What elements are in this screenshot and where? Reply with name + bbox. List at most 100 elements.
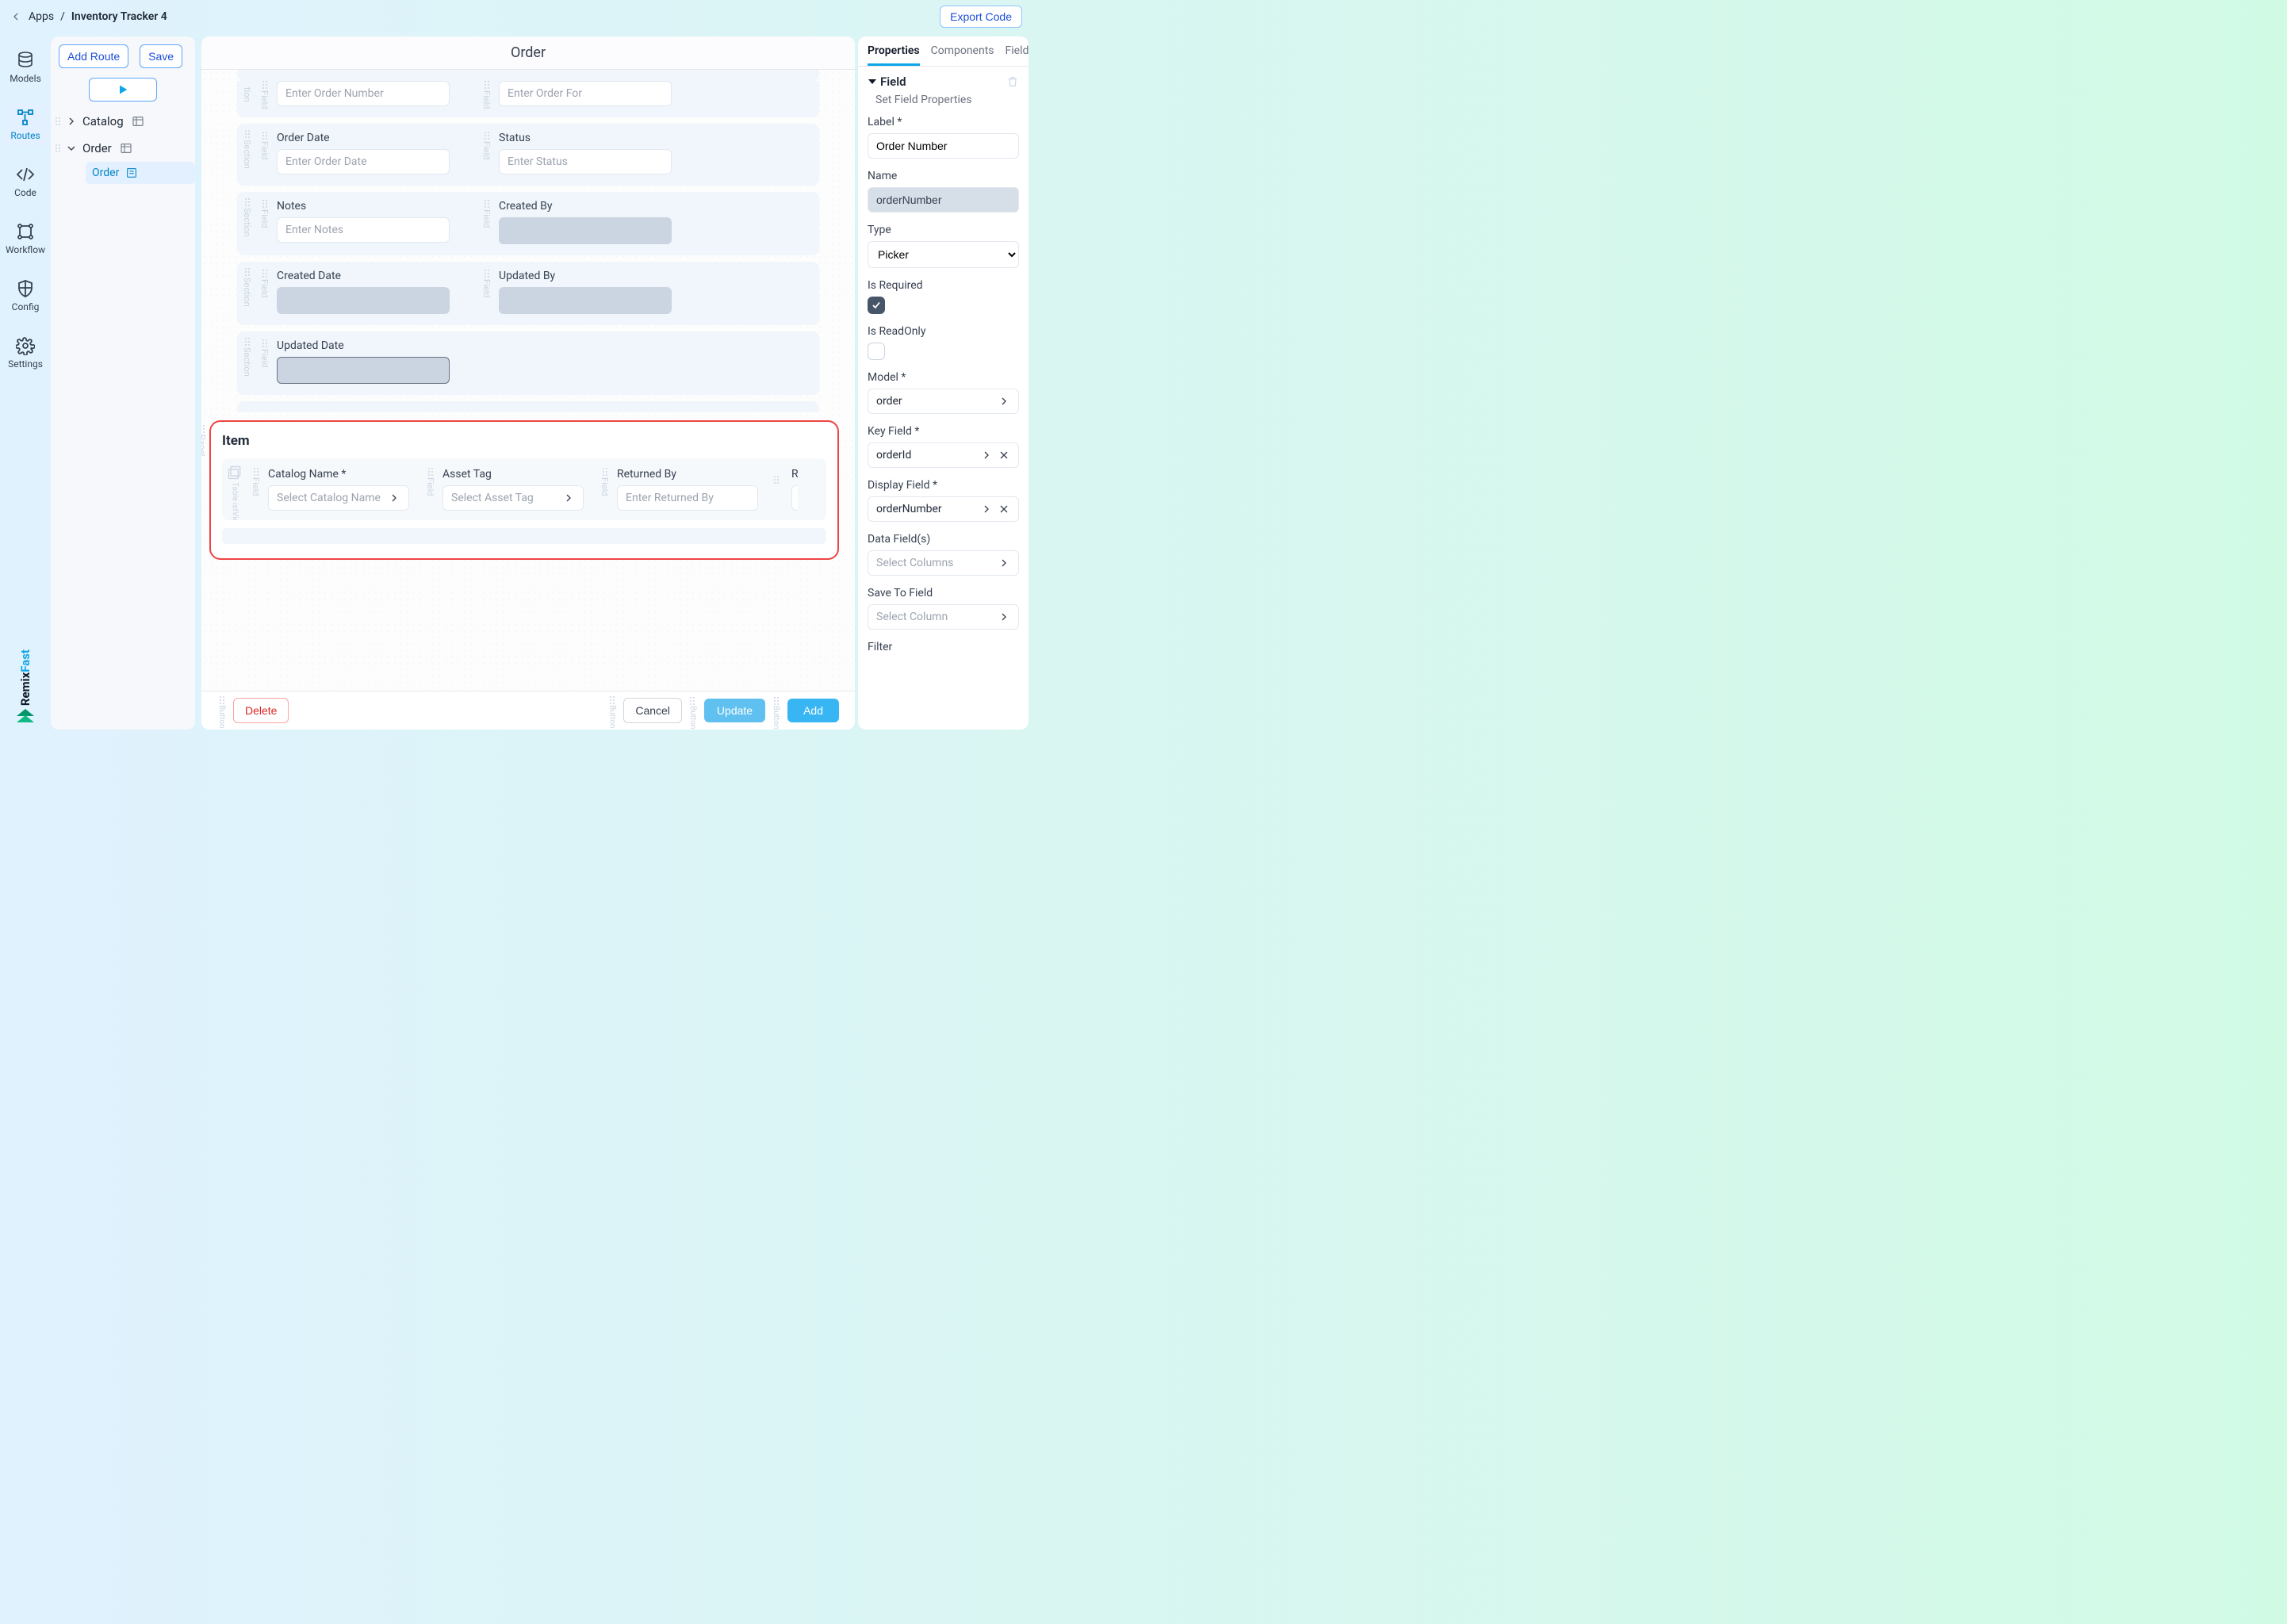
breadcrumb-app-name: Inventory Tracker 4 bbox=[71, 10, 167, 23]
update-button[interactable]: Update bbox=[704, 699, 765, 722]
chevron-right-icon bbox=[65, 115, 78, 128]
chevron-down-icon bbox=[65, 142, 78, 155]
input-created-by bbox=[499, 217, 672, 244]
prop-name-label: Name bbox=[868, 170, 1019, 182]
tree-sub-order[interactable]: Order bbox=[86, 162, 195, 184]
picker-catalog-name[interactable]: Select Catalog Name bbox=[268, 485, 409, 511]
input-created-date bbox=[277, 287, 450, 314]
routes-icon bbox=[16, 108, 35, 127]
breadcrumb: Apps / Inventory Tracker 4 bbox=[10, 10, 167, 23]
nav-config[interactable]: Config bbox=[3, 274, 48, 317]
field-status[interactable]: Field Status Enter Status bbox=[481, 132, 672, 174]
field-order-for[interactable]: Field Enter Order For bbox=[481, 81, 672, 106]
input-order-for[interactable]: Enter Order For bbox=[499, 81, 672, 106]
prop-required-checkbox[interactable] bbox=[868, 297, 885, 314]
page-title: Order bbox=[201, 36, 855, 70]
prop-type-label: Type bbox=[868, 224, 1019, 236]
prop-label-input[interactable] bbox=[868, 133, 1019, 159]
breadcrumb-sep: / bbox=[60, 10, 65, 23]
section-block[interactable]: Section Field Created Date Field Updated… bbox=[237, 262, 819, 325]
nav-workflow[interactable]: Workflow bbox=[3, 217, 48, 260]
props-header: Field bbox=[880, 75, 906, 89]
prop-datafields-picker[interactable]: Select Columns bbox=[868, 550, 1019, 576]
prop-displayfield-label: Display Field * bbox=[868, 479, 1019, 492]
input-updated-date[interactable] bbox=[277, 357, 450, 384]
prop-name-input bbox=[868, 187, 1019, 213]
table-icon bbox=[120, 142, 132, 155]
field-returned-by[interactable]: Field Returned By Enter Returned By bbox=[600, 468, 758, 511]
section-block[interactable]: tion Field Enter Order Number Field Ente… bbox=[237, 81, 819, 117]
breadcrumb-apps[interactable]: Apps bbox=[29, 10, 54, 23]
side-nav: Models Routes Code Workflow Config Setti… bbox=[0, 33, 51, 733]
chevron-right-icon[interactable] bbox=[980, 503, 993, 515]
prop-readonly-label: Is ReadOnly bbox=[868, 325, 1019, 338]
nav-routes[interactable]: Routes bbox=[3, 103, 48, 146]
workflow-icon bbox=[16, 222, 35, 241]
table-footer bbox=[222, 528, 826, 544]
cancel-button[interactable]: Cancel bbox=[623, 698, 682, 723]
field-order-date[interactable]: Field Order Date Enter Order Date bbox=[259, 132, 450, 174]
canvas: Order tion Field Enter Order Number Fiel… bbox=[201, 36, 855, 730]
field-created-by[interactable]: Field Created By bbox=[481, 200, 672, 244]
remixfast-logo: RemixFast bbox=[15, 649, 36, 725]
chevron-right-icon bbox=[388, 492, 400, 504]
section-block[interactable]: Section Field Updated Date bbox=[237, 331, 819, 395]
input-order-date[interactable]: Enter Order Date bbox=[277, 149, 450, 174]
input-returned-by[interactable]: Enter Returned By bbox=[617, 485, 758, 511]
database-icon bbox=[16, 51, 35, 70]
add-button[interactable]: Add bbox=[787, 699, 839, 722]
trash-icon[interactable] bbox=[1006, 75, 1019, 88]
chevron-right-icon bbox=[998, 557, 1010, 569]
logo-icon bbox=[15, 709, 36, 725]
field-updated-by[interactable]: Field Updated By bbox=[481, 270, 672, 314]
add-route-button[interactable]: Add Route bbox=[59, 44, 128, 68]
prop-keyfield-picker[interactable]: orderId bbox=[868, 442, 1019, 468]
nav-settings[interactable]: Settings bbox=[3, 331, 48, 374]
properties-panel: Properties Components Fields Field Set F… bbox=[858, 36, 1029, 730]
input-updated-by bbox=[499, 287, 672, 314]
tree-row-order[interactable]: Order bbox=[51, 135, 195, 162]
section-block[interactable]: Section Field Order Date Enter Order Dat… bbox=[237, 124, 819, 186]
play-button[interactable] bbox=[89, 78, 157, 102]
field-cut[interactable]: R E bbox=[774, 468, 798, 511]
field-notes[interactable]: Field Notes Enter Notes bbox=[259, 200, 450, 244]
field-updated-date[interactable]: Field Updated Date bbox=[259, 339, 450, 384]
field-order-number[interactable]: Field Enter Order Number bbox=[259, 81, 450, 106]
chevron-right-icon bbox=[998, 611, 1010, 623]
item-panel[interactable]: Item Table istView Field Catalog Name * … bbox=[209, 420, 839, 560]
input-order-number[interactable]: Enter Order Number bbox=[277, 81, 450, 106]
prop-readonly-checkbox[interactable] bbox=[868, 343, 885, 360]
section-block[interactable]: Section Field Notes Enter Notes Field Cr… bbox=[237, 192, 819, 255]
chevron-right-icon bbox=[998, 395, 1010, 408]
triangle-down-icon[interactable] bbox=[868, 77, 877, 86]
table-stack-icon bbox=[227, 465, 243, 481]
prop-type-select[interactable]: Picker bbox=[868, 241, 1019, 268]
close-icon[interactable] bbox=[998, 503, 1010, 515]
chevron-right-icon[interactable] bbox=[980, 449, 993, 462]
tab-fields[interactable]: Fields bbox=[1006, 44, 1029, 66]
field-asset-tag[interactable]: Field Asset Tag Select Asset Tag bbox=[425, 468, 584, 511]
prop-displayfield-picker[interactable]: orderNumber bbox=[868, 496, 1019, 522]
table-list-view[interactable]: Table istView Field Catalog Name * Selec… bbox=[222, 458, 826, 520]
prop-required-label: Is Required bbox=[868, 279, 1019, 292]
input-status[interactable]: Enter Status bbox=[499, 149, 672, 174]
save-button[interactable]: Save bbox=[140, 44, 182, 68]
delete-button[interactable]: Delete bbox=[233, 698, 289, 723]
close-icon[interactable] bbox=[998, 449, 1010, 462]
picker-asset-tag[interactable]: Select Asset Tag bbox=[442, 485, 584, 511]
form-icon bbox=[125, 167, 138, 179]
tab-properties[interactable]: Properties bbox=[868, 44, 920, 66]
nav-models[interactable]: Models bbox=[3, 46, 48, 89]
prop-model-picker[interactable]: order bbox=[868, 389, 1019, 414]
prop-keyfield-label: Key Field * bbox=[868, 425, 1019, 438]
input-notes[interactable]: Enter Notes bbox=[277, 217, 450, 243]
export-code-button[interactable]: Export Code bbox=[940, 6, 1022, 28]
prop-saveto-picker[interactable]: Select Column bbox=[868, 604, 1019, 630]
tab-components[interactable]: Components bbox=[931, 44, 994, 66]
field-created-date[interactable]: Field Created Date bbox=[259, 270, 450, 314]
tree-row-catalog[interactable]: Catalog bbox=[51, 108, 195, 135]
nav-code[interactable]: Code bbox=[3, 160, 48, 203]
table-icon bbox=[132, 115, 144, 128]
field-catalog-name[interactable]: Field Catalog Name * Select Catalog Name bbox=[251, 468, 409, 511]
back-arrow-icon[interactable] bbox=[10, 10, 22, 23]
